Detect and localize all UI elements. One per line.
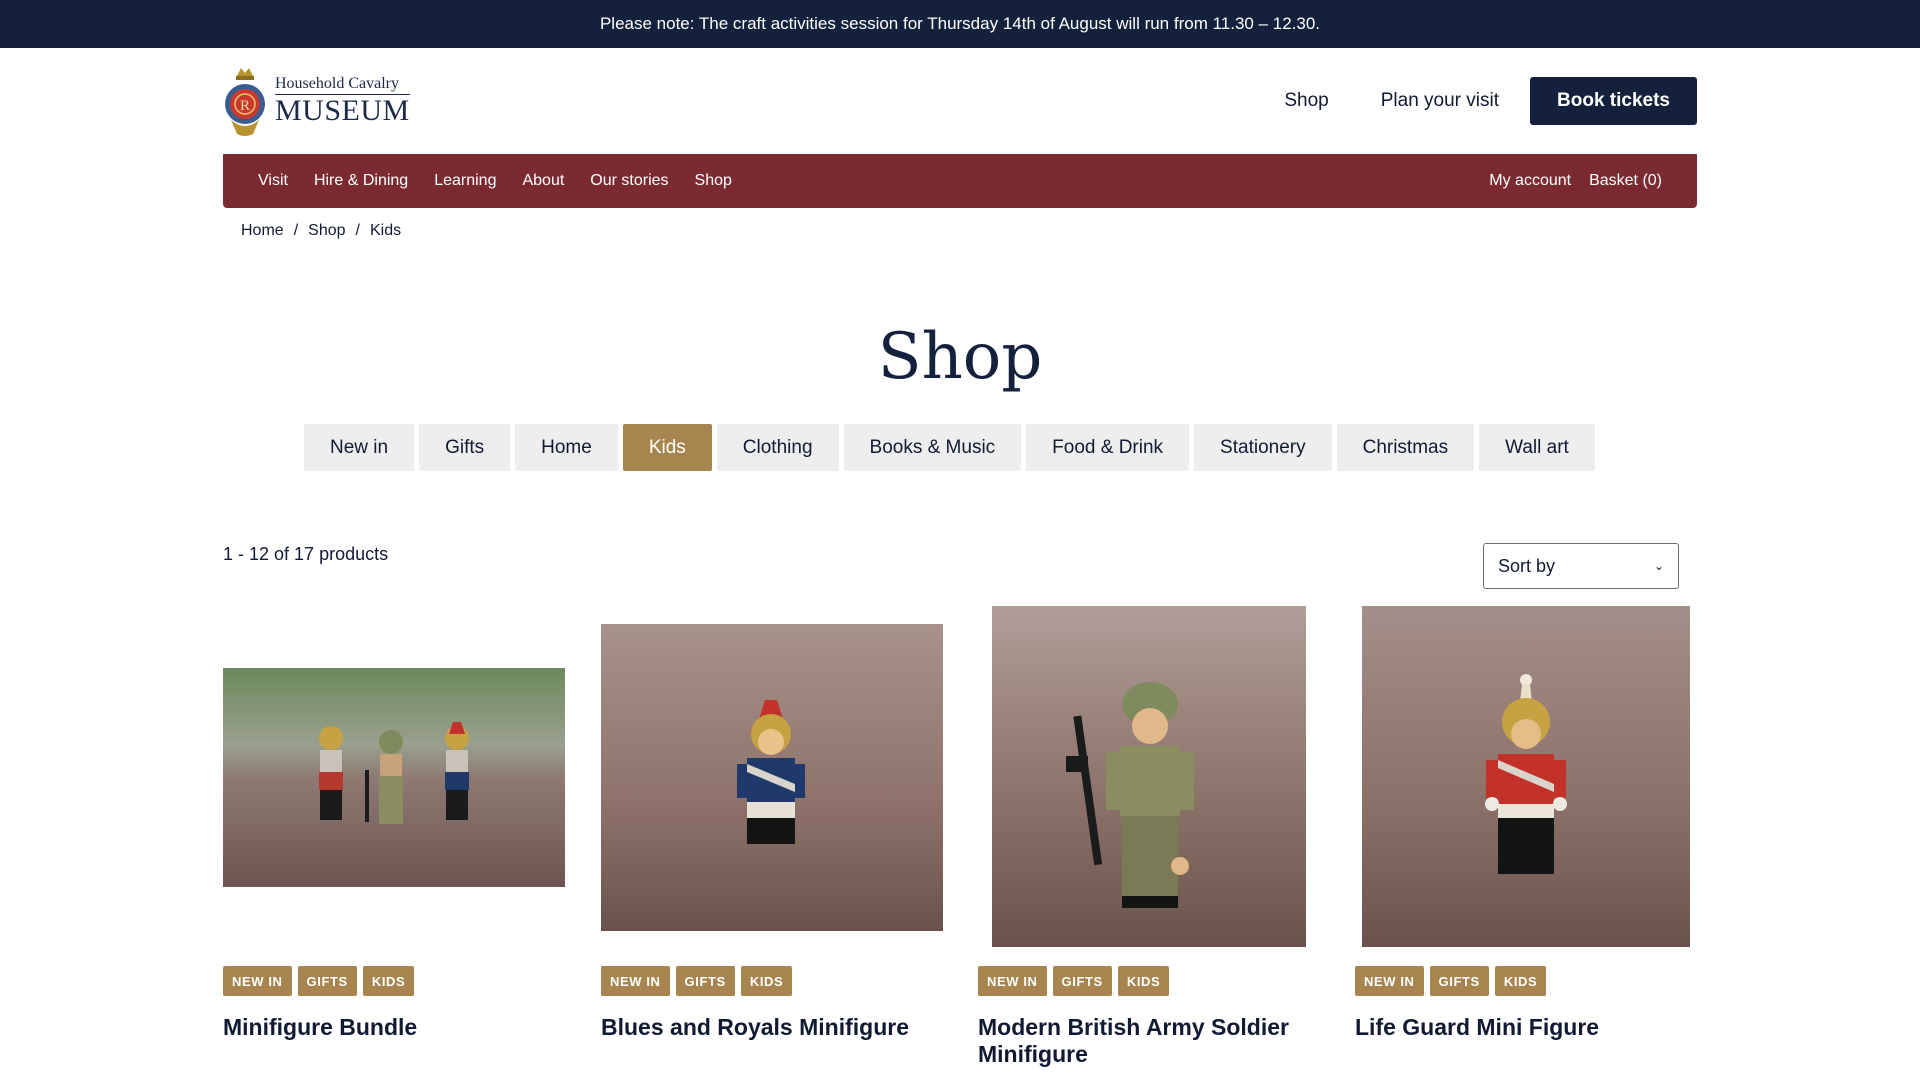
breadcrumb-separator: / — [355, 222, 360, 239]
product-tags: NEW IN GIFTS KIDS — [1355, 966, 1552, 996]
chevron-down-icon: ⌄ — [1653, 559, 1664, 573]
tab-stationery[interactable]: Stationery — [1194, 424, 1332, 471]
product-tags: NEW IN GIFTS KIDS — [223, 966, 420, 996]
tab-food-drink[interactable]: Food & Drink — [1026, 424, 1190, 471]
tab-home[interactable]: Home — [515, 424, 618, 471]
product-tags: NEW IN GIFTS KIDS — [978, 966, 1175, 996]
nav-item-hire-dining[interactable]: Hire & Dining — [314, 172, 408, 190]
tab-gifts[interactable]: Gifts — [419, 424, 511, 471]
crest-icon: R — [223, 62, 267, 140]
nav-item-shop[interactable]: Shop — [695, 172, 732, 190]
breadcrumb-home[interactable]: Home — [241, 222, 284, 240]
product-image[interactable] — [223, 668, 565, 887]
book-tickets-button[interactable]: Book tickets — [1530, 77, 1697, 125]
plan-visit-link[interactable]: Plan your visit — [1381, 90, 1499, 112]
svg-text:R: R — [240, 98, 250, 114]
tag-new-in[interactable]: NEW IN — [601, 966, 670, 996]
tab-clothing[interactable]: Clothing — [716, 424, 839, 471]
results-count: 1 - 12 of 17 products — [223, 544, 389, 564]
tag-new-in[interactable]: NEW IN — [1355, 966, 1424, 996]
tab-books-music[interactable]: Books & Music — [843, 424, 1022, 471]
product-title[interactable]: Modern British Army Soldier Minifigure — [978, 1014, 1318, 1068]
tab-kids[interactable]: Kids — [622, 424, 712, 471]
breadcrumb-shop[interactable]: Shop — [308, 222, 345, 240]
logo-line-1: Household Cavalry — [275, 75, 410, 95]
product-image[interactable] — [601, 624, 943, 931]
utility-nav: Shop Plan your visit Book tickets — [1284, 77, 1697, 125]
nav-item-our-stories[interactable]: Our stories — [590, 172, 668, 190]
breadcrumb: Home / Shop / Kids — [241, 222, 401, 240]
product-title[interactable]: Blues and Royals Minifigure — [601, 1014, 941, 1041]
announcement-bar: Please note: The craft activities sessio… — [0, 0, 1920, 48]
product-image[interactable] — [1362, 606, 1690, 947]
nav-item-about[interactable]: About — [522, 172, 564, 190]
breadcrumb-current: Kids — [369, 222, 402, 239]
tag-kids[interactable]: KIDS — [1117, 966, 1170, 996]
product-title[interactable]: Minifigure Bundle — [223, 1014, 563, 1041]
tag-kids[interactable]: KIDS — [362, 966, 415, 996]
tab-new-in[interactable]: New in — [304, 424, 415, 471]
product-image[interactable] — [992, 606, 1306, 947]
tab-wall-art[interactable]: Wall art — [1479, 424, 1595, 471]
nav-item-visit[interactable]: Visit — [258, 172, 288, 190]
tag-new-in[interactable]: NEW IN — [223, 966, 292, 996]
tag-gifts[interactable]: GIFTS — [1052, 966, 1112, 996]
sort-select[interactable]: Sort by ⌄ — [1483, 543, 1679, 589]
logo-line-2: MUSEUM — [275, 94, 410, 127]
tag-kids[interactable]: KIDS — [740, 966, 793, 996]
tag-gifts[interactable]: GIFTS — [675, 966, 735, 996]
breadcrumb-separator: / — [293, 222, 299, 239]
basket-link[interactable]: Basket (0) — [1589, 172, 1662, 190]
main-nav: Visit Hire & Dining Learning About Our s… — [223, 154, 1697, 208]
tab-christmas[interactable]: Christmas — [1336, 424, 1475, 471]
nav-item-learning[interactable]: Learning — [434, 172, 496, 190]
tag-kids[interactable]: KIDS — [1494, 966, 1547, 996]
tag-gifts[interactable]: GIFTS — [1429, 966, 1489, 996]
page-title: Shop — [877, 320, 1043, 394]
site-header: R Household Cavalry MUSEUM Shop Plan you… — [223, 48, 1697, 154]
sort-label: Sort by — [1498, 555, 1556, 576]
my-account-link[interactable]: My account — [1489, 172, 1571, 190]
museum-logo[interactable]: R Household Cavalry MUSEUM — [223, 62, 413, 140]
category-tabs: New in Gifts Home Kids Clothing Books & … — [304, 424, 1600, 471]
tag-gifts[interactable]: GIFTS — [297, 966, 357, 996]
announcement-text: Please note: The craft activities sessio… — [599, 14, 1321, 33]
utility-shop-link[interactable]: Shop — [1284, 90, 1328, 112]
product-tags: NEW IN GIFTS KIDS — [601, 966, 798, 996]
product-title[interactable]: Life Guard Mini Figure — [1355, 1014, 1695, 1041]
tag-new-in[interactable]: NEW IN — [978, 966, 1047, 996]
